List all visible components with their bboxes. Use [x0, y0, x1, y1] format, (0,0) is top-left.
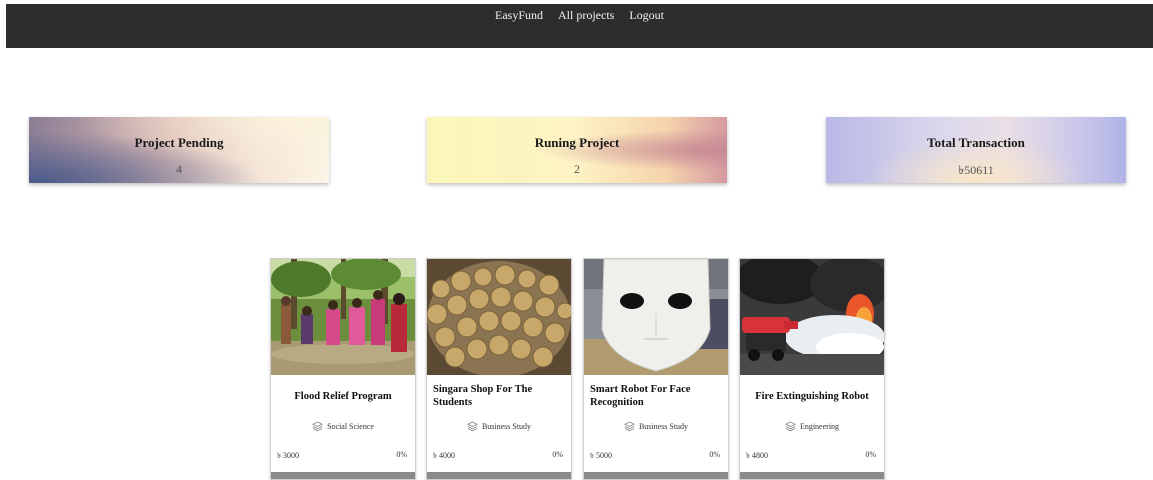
layers-icon	[467, 421, 478, 432]
robot-face-photo	[584, 259, 728, 375]
top-navbar: EasyFund All projects Logout	[6, 4, 1153, 48]
stat-card-running-project: Runing Project 2	[427, 117, 727, 183]
singara-photo	[427, 259, 571, 375]
flood-relief-photo	[271, 259, 415, 375]
nav-logout-link[interactable]: Logout	[629, 8, 664, 23]
project-amount: ৳ 5000	[590, 451, 612, 460]
project-progress: 0%	[865, 450, 876, 459]
stat-card-total-transaction: Total Transaction ৳50611	[826, 117, 1126, 183]
project-amount: ৳ 4000	[433, 451, 455, 460]
project-progress: 0%	[709, 450, 720, 459]
nav-links: EasyFund All projects Logout	[6, 8, 1153, 23]
project-title: Smart Robot For Face Recognition	[590, 384, 691, 408]
project-progress: 0%	[396, 450, 407, 459]
stat-title: Project Pending	[134, 135, 224, 150]
project-category: Social Science	[271, 421, 415, 432]
project-card[interactable]: Flood Relief Program Social Science ৳ 30…	[270, 258, 416, 480]
stat-title: Total Transaction	[927, 135, 1025, 150]
project-progress-bar	[427, 472, 571, 479]
project-category-label: Social Science	[327, 422, 374, 431]
project-category: Business Study	[427, 421, 571, 432]
project-amount: ৳ 4800	[746, 451, 768, 460]
project-category: Engineering	[740, 421, 884, 432]
stat-value: ৳50611	[958, 163, 994, 177]
project-progress-bar	[740, 472, 884, 479]
project-title: Singara Shop For The Students	[433, 384, 533, 408]
layers-icon	[312, 421, 323, 432]
project-progress: 0%	[552, 450, 563, 459]
stat-card-project-pending: Project Pending 4	[29, 117, 329, 183]
nav-brand-link[interactable]: EasyFund	[495, 8, 543, 23]
layers-icon	[785, 421, 796, 432]
project-card[interactable]: Singara Shop For The Students Business S…	[426, 258, 572, 480]
stat-value: 2	[574, 162, 580, 176]
stat-value: 4	[176, 162, 182, 176]
nav-all-projects-link[interactable]: All projects	[558, 8, 614, 23]
project-card[interactable]: Fire Extinguishing Robot Engineering ৳ 4…	[739, 258, 885, 480]
project-title: Flood Relief Program	[294, 390, 392, 402]
layers-icon	[624, 421, 635, 432]
project-category: Business Study	[584, 421, 728, 432]
project-progress-bar	[584, 472, 728, 479]
project-progress-bar	[271, 472, 415, 479]
fire-robot-photo	[740, 259, 884, 375]
project-card[interactable]: Smart Robot For Face Recognition Busines…	[583, 258, 729, 480]
project-title: Fire Extinguishing Robot	[755, 390, 869, 402]
project-amount: ৳ 3000	[277, 451, 299, 460]
project-category-label: Business Study	[638, 422, 689, 431]
project-category-label: Engineering	[799, 422, 840, 431]
project-category-label: Business Study	[481, 422, 532, 431]
stat-title: Runing Project	[534, 135, 620, 150]
